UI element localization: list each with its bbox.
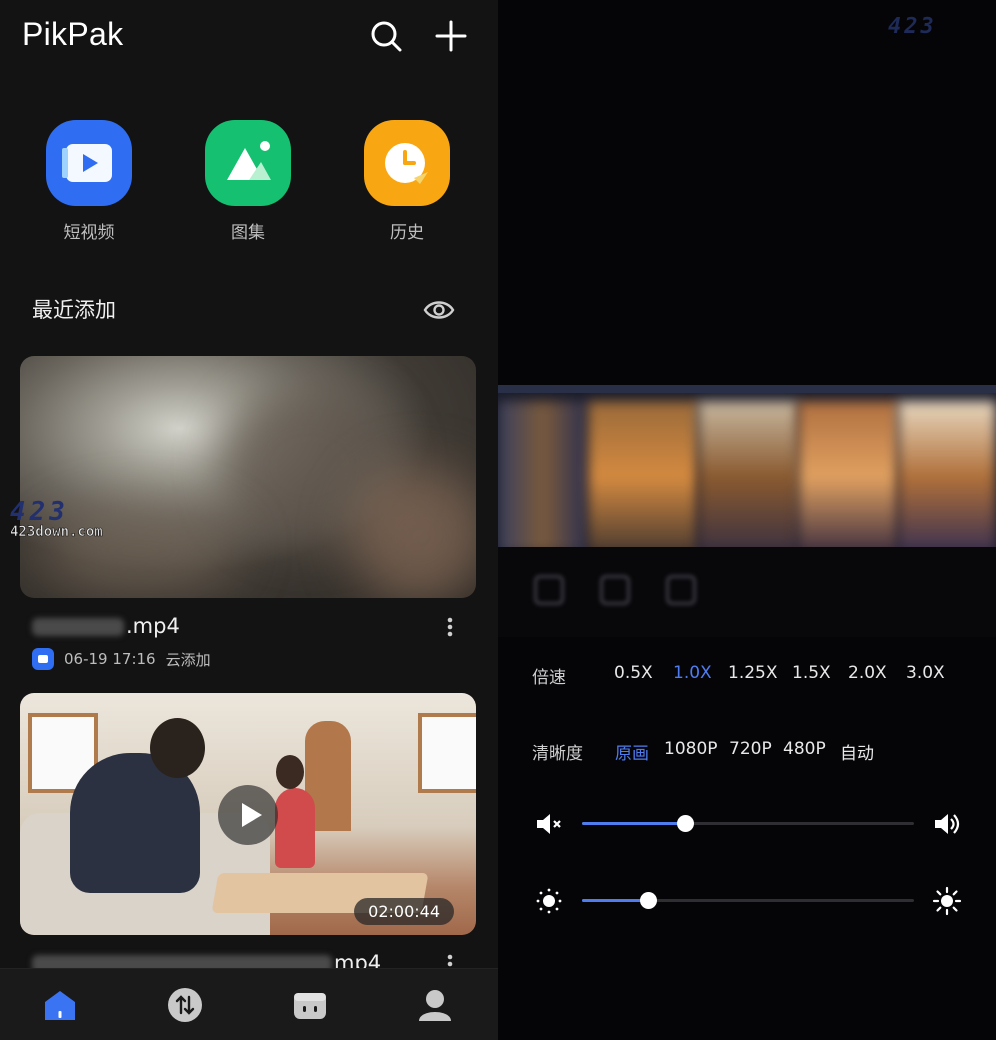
speed-option[interactable]: 1.25X: [728, 663, 778, 683]
image-album-icon: [205, 120, 291, 206]
brightness-row: [498, 882, 996, 918]
player-settings-screen: 423 倍速 0.5X 1.0X 1.25X 1.5X 2.0X 3.0X 清晰…: [498, 0, 996, 1040]
scene-window: [418, 713, 476, 793]
cloud-drive-icon[interactable]: [292, 987, 328, 1023]
watermark-number: 423: [10, 497, 69, 527]
brightness-fill: [582, 899, 649, 902]
speed-option[interactable]: 1.5X: [792, 663, 831, 683]
brightness-high-icon[interactable]: [932, 886, 962, 916]
more-options-icon[interactable]: [440, 614, 460, 642]
file-name: .mp4: [32, 614, 180, 638]
preview-frame: [698, 401, 798, 547]
control-icon[interactable]: [666, 575, 696, 605]
file-meta: 06-19 17:16 云添加: [32, 648, 211, 670]
file-source: 云添加: [165, 650, 211, 669]
preview-frame: [798, 401, 898, 547]
quality-option[interactable]: 1080P: [664, 739, 718, 759]
quality-label: 清晰度: [532, 744, 583, 764]
speed-option-selected[interactable]: 1.0X: [673, 663, 712, 683]
eye-icon[interactable]: [423, 294, 455, 326]
scene-person-head: [276, 755, 304, 789]
home-icon[interactable]: [42, 987, 78, 1023]
pikpak-home-screen: PikPak 短视频 图集 历史 最近添加 423 423down.com .m…: [0, 0, 498, 1040]
control-icon[interactable]: [534, 575, 564, 605]
brightness-slider[interactable]: [582, 892, 914, 909]
redacted-text: [32, 618, 124, 636]
brightness-low-icon[interactable]: [534, 886, 564, 916]
volume-fill: [582, 822, 685, 825]
speed-label: 倍速: [532, 668, 566, 688]
shortcut-short-video[interactable]: 短视频: [29, 118, 149, 243]
watermark-logo: 423 423down.com: [10, 497, 120, 550]
volume-slider[interactable]: [582, 815, 914, 832]
shortcut-label: 图集: [231, 223, 265, 243]
quality-option[interactable]: 480P: [783, 739, 826, 759]
player-controls: [498, 547, 996, 637]
file-date: 06-19 17:16: [64, 650, 156, 668]
volume-row: [498, 805, 996, 841]
brightness-knob[interactable]: [640, 892, 658, 909]
preview-frame: [898, 401, 996, 547]
speed-option[interactable]: 0.5X: [614, 663, 653, 683]
playback-speed-row: 倍速 0.5X 1.0X 1.25X 1.5X 2.0X 3.0X: [498, 661, 996, 691]
shortcut-label: 历史: [390, 223, 424, 243]
bottom-tab-bar: [0, 968, 498, 1040]
scene-person: [275, 788, 315, 868]
watermark-logo: 423: [888, 14, 937, 39]
play-video-icon: [46, 120, 132, 206]
quality-option-selected[interactable]: 原画: [615, 739, 649, 764]
video-thumbnail[interactable]: [20, 356, 476, 598]
shortcut-album[interactable]: 图集: [188, 118, 308, 243]
play-button[interactable]: [218, 785, 278, 845]
volume-knob[interactable]: [676, 815, 694, 832]
quality-option[interactable]: 720P: [729, 739, 772, 759]
speed-option[interactable]: 3.0X: [906, 663, 945, 683]
profile-icon[interactable]: [417, 987, 453, 1023]
mute-icon[interactable]: [534, 809, 564, 839]
clock-history-icon: [364, 120, 450, 206]
shortcut-label: 短视频: [63, 223, 115, 243]
app-title: PikPak: [22, 16, 124, 52]
file-extension: .mp4: [126, 614, 180, 638]
scene-person-head: [150, 718, 205, 778]
video-preview-strip[interactable]: [498, 385, 996, 547]
search-icon[interactable]: [368, 18, 404, 54]
preview-frame: [498, 401, 588, 547]
quality-option[interactable]: 自动: [840, 739, 874, 764]
recent-section-header: 最近添加: [0, 286, 498, 332]
volume-up-icon[interactable]: [932, 809, 962, 839]
video-duration: 02:00:44: [354, 898, 454, 925]
preview-frame: [588, 401, 698, 547]
video-thumbnail[interactable]: 02:00:44: [20, 693, 476, 935]
control-icon[interactable]: [600, 575, 630, 605]
shortcut-history[interactable]: 历史: [347, 118, 467, 243]
section-title: 最近添加: [32, 298, 116, 322]
speed-option[interactable]: 2.0X: [848, 663, 887, 683]
transfer-icon[interactable]: [167, 987, 203, 1023]
shortcut-grid: 短视频 图集 历史: [0, 118, 498, 248]
top-bar: PikPak: [0, 0, 498, 76]
add-icon[interactable]: [433, 18, 469, 54]
quality-row: 清晰度 原画 1080P 720P 480P 自动: [498, 737, 996, 767]
cloud-add-icon: [32, 648, 54, 670]
watermark-site: 423down.com: [10, 524, 103, 541]
